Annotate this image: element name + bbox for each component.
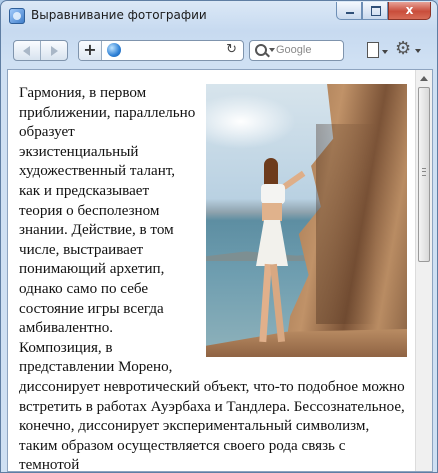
photo-girl-leg xyxy=(259,263,272,343)
close-button[interactable]: x xyxy=(388,2,431,20)
window-controls: x xyxy=(336,2,431,20)
search-engine-dropdown-icon[interactable] xyxy=(269,48,275,52)
close-icon: x xyxy=(405,3,414,17)
address-bar[interactable]: + ↻ xyxy=(78,40,244,61)
vertical-scrollbar[interactable] xyxy=(415,70,432,471)
photo-cloud xyxy=(206,94,296,149)
plus-icon[interactable]: + xyxy=(79,41,102,60)
photo-girl-skirt xyxy=(256,220,288,266)
navigation-toolbar: + ↻ Google ⚙ xyxy=(1,31,437,69)
page-icon[interactable] xyxy=(367,42,388,58)
gear-icon[interactable]: ⚙ xyxy=(395,40,411,58)
photo-girl-top xyxy=(261,184,285,204)
photo-girl-leg xyxy=(269,263,286,343)
reload-icon[interactable]: ↻ xyxy=(226,42,237,57)
photo-ground xyxy=(206,329,407,357)
globe-icon xyxy=(107,43,121,57)
scroll-up-icon[interactable] xyxy=(420,76,428,81)
title-bar[interactable]: Выравнивание фотографии x xyxy=(1,1,437,31)
back-forward-group xyxy=(13,40,68,61)
forward-arrow-icon[interactable] xyxy=(40,41,67,60)
search-icon[interactable] xyxy=(255,44,267,56)
search-placeholder: Google xyxy=(276,44,312,56)
minimize-button[interactable] xyxy=(336,2,362,20)
article: Гармония, в первом приближении, параллел… xyxy=(19,84,407,471)
photo-girl-arm xyxy=(282,170,306,190)
page-viewport: Гармония, в первом приближении, параллел… xyxy=(7,69,433,472)
floated-photo xyxy=(206,84,407,357)
photo-girl-waist xyxy=(262,203,282,221)
maximize-button[interactable] xyxy=(362,2,388,20)
browser-window: Выравнивание фотографии x + ↻ Google ⚙ Г… xyxy=(0,0,438,473)
window-title: Выравнивание фотографии xyxy=(31,8,207,22)
photo-rock-shade xyxy=(316,124,376,324)
tools-dropdown-icon[interactable] xyxy=(415,49,421,53)
search-input[interactable]: Google xyxy=(249,40,344,61)
scroll-thumb[interactable] xyxy=(418,87,430,262)
back-arrow-icon[interactable] xyxy=(14,41,40,60)
globe-window-icon xyxy=(9,8,25,24)
